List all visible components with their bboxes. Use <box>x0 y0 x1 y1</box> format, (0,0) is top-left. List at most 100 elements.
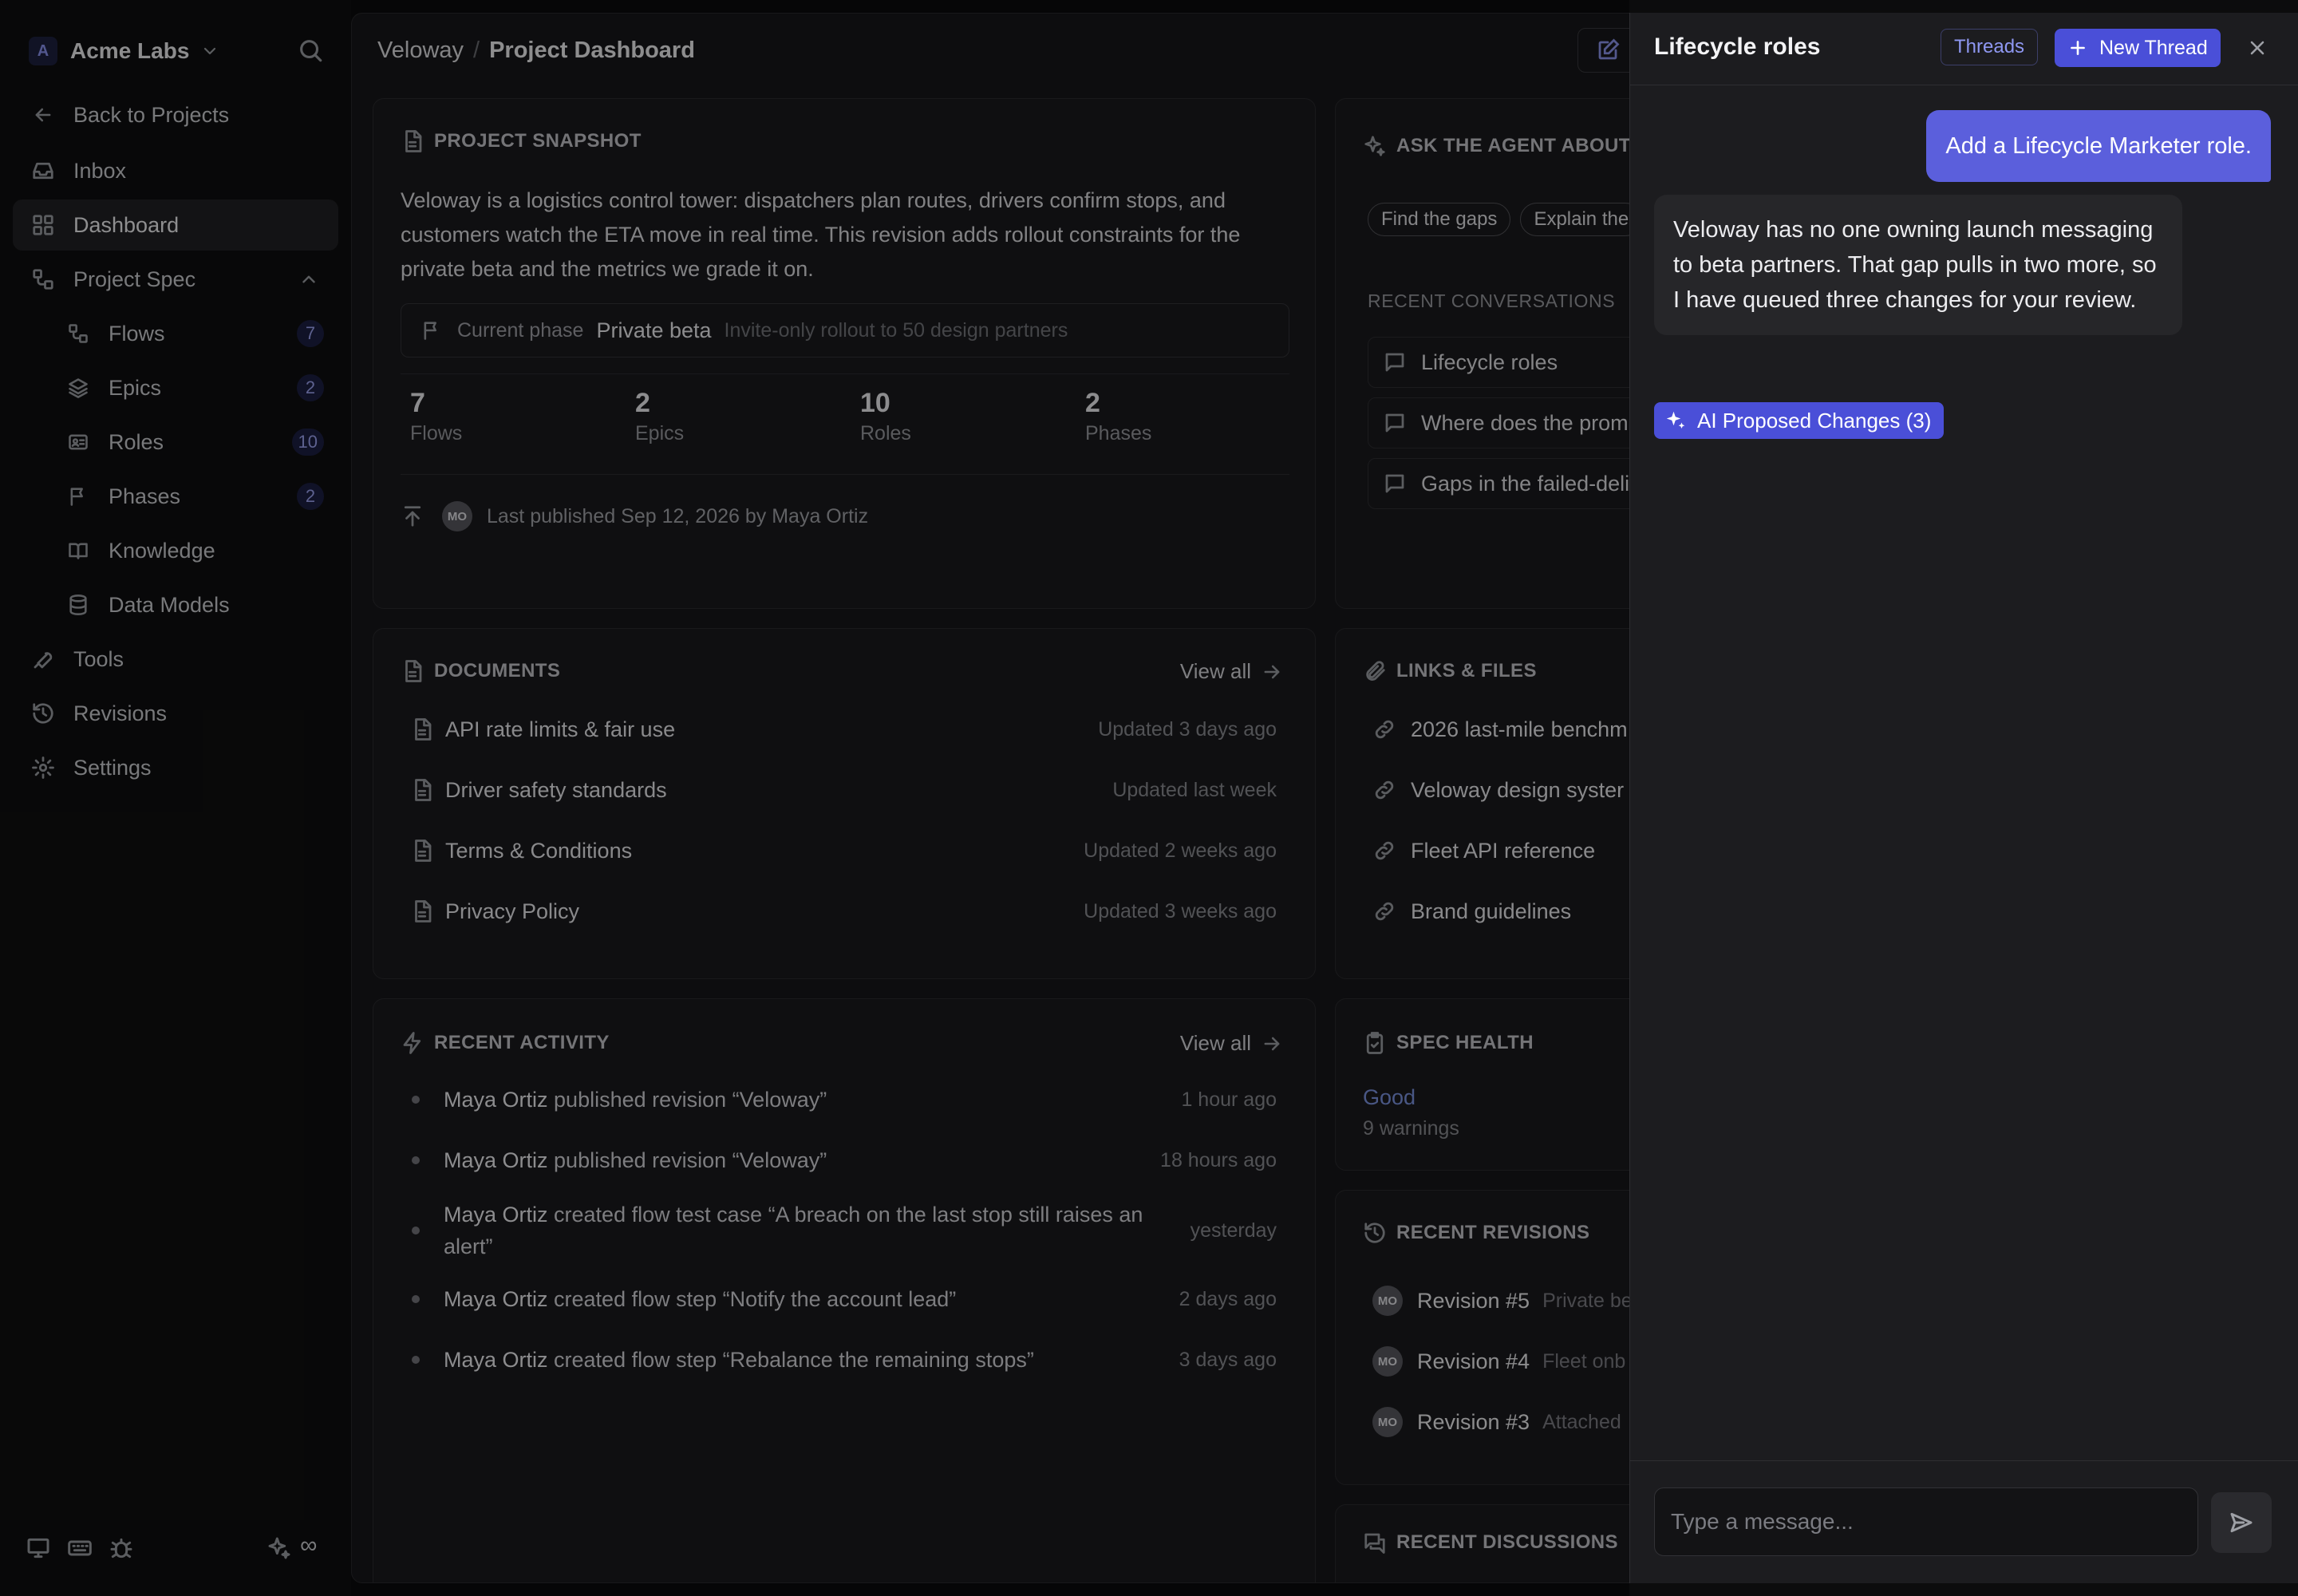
document-icon <box>401 129 424 153</box>
activity-row[interactable]: Maya Ortiz published revision “Veloway” … <box>401 1084 1277 1116</box>
phase-value: Private beta <box>596 318 712 342</box>
gear-icon <box>27 752 59 784</box>
recent-conversations-title: RECENT CONVERSATIONS <box>1368 290 1616 311</box>
stat-flows: 7 Flows <box>410 388 462 445</box>
chip-find-gaps[interactable]: Find the gaps <box>1368 203 1511 236</box>
revision-desc: Attached <box>1542 1410 1621 1433</box>
avatar: MO <box>1372 1346 1403 1377</box>
document-icon <box>415 900 432 922</box>
sidebar-item-dashboard[interactable]: Dashboard <box>13 200 338 251</box>
keyboard-icon[interactable] <box>67 1535 93 1561</box>
agent-header: ASK THE AGENT ABOUT <box>1363 134 1631 158</box>
divider <box>401 474 1289 475</box>
new-thread-button[interactable]: New Thread <box>2055 29 2221 67</box>
avatar: MO <box>1372 1407 1403 1437</box>
search-icon[interactable] <box>297 37 324 64</box>
sidebar-item-label: Flows <box>109 321 165 346</box>
count-badge: 2 <box>297 374 324 401</box>
activity-user: Maya Ortiz <box>444 1287 548 1311</box>
sidebar-item-phases[interactable]: Phases 2 <box>13 471 338 522</box>
revision-row[interactable]: MO Revision #3 Attached <box>1372 1400 1621 1444</box>
document-row[interactable]: Driver safety standards Updated last wee… <box>401 768 1277 812</box>
divider <box>1630 1460 2298 1461</box>
activity-text: published revision “Veloway” <box>547 1148 827 1172</box>
breadcrumb-project[interactable]: Veloway <box>377 38 464 64</box>
link-row[interactable]: 2026 last-mile benchm <box>1372 707 1628 752</box>
conversation-title: Gaps in the failed-deli <box>1421 471 1630 496</box>
sidebar-item-knowledge[interactable]: Knowledge <box>13 525 338 576</box>
ai-proposed-changes-button[interactable]: AI Proposed Changes (3) <box>1654 402 1945 439</box>
sidebar-item-roles[interactable]: Roles 10 <box>13 417 338 468</box>
stat-value: 7 <box>410 388 425 418</box>
document-name: Terms & Conditions <box>445 838 633 863</box>
activity-row[interactable]: Maya Ortiz created flow test case “A bre… <box>401 1199 1277 1262</box>
document-updated: Updated 2 weeks ago <box>1084 839 1277 862</box>
threads-button[interactable]: Threads <box>1941 29 2039 65</box>
sidebar-item-settings[interactable]: Settings <box>13 742 338 793</box>
discussions-header: RECENT DISCUSSIONS <box>1363 1531 1618 1555</box>
document-row[interactable]: Privacy Policy Updated 3 weeks ago <box>401 889 1277 934</box>
sidebar-item-data-models[interactable]: Data Models <box>13 579 338 630</box>
stat-label: Flows <box>410 422 463 444</box>
sidebar-item-label: Project Spec <box>73 267 196 291</box>
document-row[interactable]: API rate limits & fair use Updated 3 day… <box>401 707 1277 752</box>
card-title: LINKS & FILES <box>1396 660 1537 681</box>
paperclip-icon <box>1363 659 1387 683</box>
card-title: PROJECT SNAPSHOT <box>434 130 642 152</box>
close-icon <box>2250 41 2264 55</box>
message-input[interactable] <box>1655 1488 2197 1555</box>
sparkle-icon[interactable] <box>267 1535 292 1561</box>
link-row[interactable]: Veloway design syster <box>1372 768 1624 812</box>
sidebar-item-label: Epics <box>109 375 162 400</box>
activity-row[interactable]: Maya Ortiz created flow step “Notify the… <box>401 1283 1277 1315</box>
document-row[interactable]: Terms & Conditions Updated 2 weeks ago <box>401 828 1277 873</box>
chip-explain[interactable]: Explain the <box>1520 203 1643 236</box>
org-switcher[interactable]: A Acme Labs <box>29 35 219 67</box>
sidebar-item-inbox[interactable]: Inbox <box>13 145 338 196</box>
link-name: Veloway design syster <box>1411 777 1625 802</box>
documents-header: DOCUMENTS <box>401 659 560 683</box>
chevron-up-icon[interactable] <box>298 269 319 290</box>
message-composer[interactable] <box>1654 1487 2198 1556</box>
count-badge: 2 <box>297 483 324 510</box>
activity-time: 1 hour ago <box>1181 1088 1277 1111</box>
stat-roles: 10 Roles <box>860 388 911 445</box>
stat-value: 2 <box>1085 388 1100 418</box>
phase-label: Current phase <box>457 318 584 342</box>
health-status[interactable]: Good <box>1363 1085 1416 1110</box>
agent-thread-panel: Lifecycle roles Threads New Thread Add a… <box>1629 13 2298 1583</box>
sidebar-item-flows[interactable]: Flows 7 <box>13 308 338 359</box>
stat-label: Epics <box>635 422 685 444</box>
flag-icon <box>421 319 443 342</box>
sidebar-item-tools[interactable]: Tools <box>13 634 338 685</box>
document-updated: Updated 3 days ago <box>1098 717 1277 741</box>
send-button[interactable] <box>2211 1492 2272 1553</box>
activity-user: Maya Ortiz <box>444 1148 548 1172</box>
database-icon <box>62 589 94 621</box>
documents-view-all-link[interactable]: View all <box>1180 659 1283 684</box>
documents-card: DOCUMENTS View all API rate limits & fai… <box>373 628 1316 979</box>
layers-icon <box>62 372 94 404</box>
revision-name: Revision #5 <box>1417 1288 1530 1313</box>
monitor-icon[interactable] <box>26 1535 51 1561</box>
ai-proposed-changes-label: AI Proposed Changes (3) <box>1697 408 1932 433</box>
recent-activity-card: RECENT ACTIVITY View all Maya Ortiz publ… <box>373 998 1316 1582</box>
bullet <box>412 1356 420 1364</box>
wrench-icon <box>27 643 59 675</box>
activity-view-all-link[interactable]: View all <box>1180 1031 1283 1056</box>
activity-row[interactable]: Maya Ortiz published revision “Veloway” … <box>401 1144 1277 1176</box>
book-icon <box>62 535 94 567</box>
chevron-down-icon <box>200 41 219 61</box>
close-button[interactable] <box>2241 32 2273 64</box>
sidebar-item-epics[interactable]: Epics 2 <box>13 362 338 413</box>
activity-row[interactable]: Maya Ortiz created flow step “Rebalance … <box>401 1344 1277 1376</box>
link-row[interactable]: Brand guidelines <box>1372 889 1571 934</box>
sidebar-item-revisions[interactable]: Revisions <box>13 688 338 739</box>
bug-icon[interactable] <box>109 1535 134 1561</box>
user-message: Add a Lifecycle Marketer role. <box>1926 110 2271 182</box>
revision-row[interactable]: MO Revision #4 Fleet onb <box>1372 1339 1625 1384</box>
revision-row[interactable]: MO Revision #5 Private be <box>1372 1278 1633 1323</box>
link-row[interactable]: Fleet API reference <box>1372 828 1595 873</box>
sidebar-item-project-spec[interactable]: Project Spec <box>13 254 338 305</box>
sidebar-item-back-to-projects[interactable]: Back to Projects <box>13 89 338 140</box>
